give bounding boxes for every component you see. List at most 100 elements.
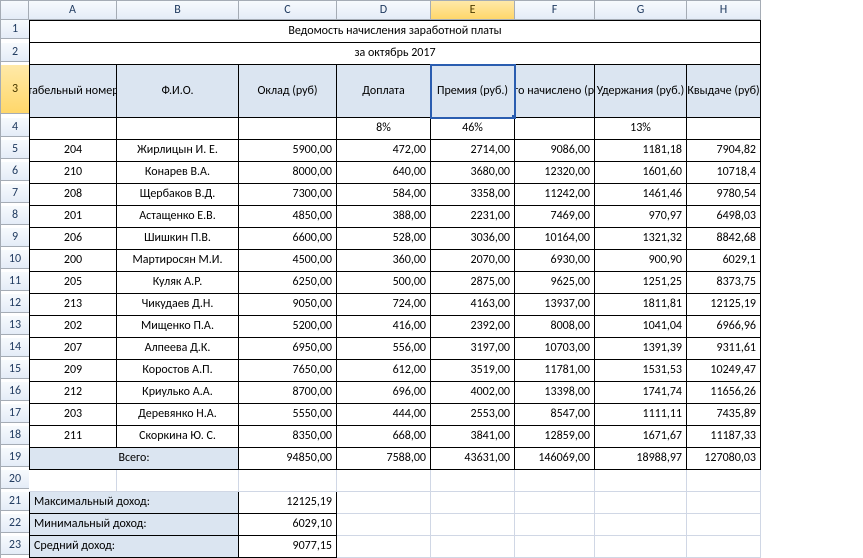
cell-r15-H[interactable]: 10249,47 [687, 360, 761, 382]
cell-r10-E[interactable]: 2070,00 [431, 250, 515, 272]
totals-D[interactable]: 7588,00 [337, 448, 431, 470]
cell-r10-G[interactable]: 900,90 [595, 250, 687, 272]
cell-r7-C[interactable]: 7300,00 [239, 184, 337, 206]
cell-r21-D[interactable] [337, 492, 431, 514]
row-header-20[interactable]: 20 [1, 470, 30, 489]
header-D[interactable]: Доплата [337, 65, 431, 118]
cell-r7-B[interactable]: Щербаков В.Д. [117, 184, 239, 206]
row-header-5[interactable]: 5 [1, 140, 30, 159]
col-header-G[interactable]: G [595, 1, 687, 20]
cell-r17-C[interactable]: 5550,00 [239, 404, 337, 426]
row-header-16[interactable]: 16 [1, 382, 30, 401]
cell-r10-C[interactable]: 4500,00 [239, 250, 337, 272]
cell-r8-D[interactable]: 388,00 [337, 206, 431, 228]
cell-r9-G[interactable]: 1321,32 [595, 228, 687, 250]
cell-r5-B[interactable]: Жирлицын И. Е. [117, 140, 239, 162]
cell-r22-G[interactable] [595, 514, 687, 536]
cell-r12-E[interactable]: 4163,00 [431, 294, 515, 316]
cell-r8-B[interactable]: Астащенко Е.В. [117, 206, 239, 228]
cell-r20-E[interactable] [431, 470, 515, 492]
cell-r18-D[interactable]: 668,00 [337, 426, 431, 448]
cell-r14-H[interactable]: 9311,61 [687, 338, 761, 360]
col-header-F[interactable]: F [515, 1, 595, 20]
cell-r7-A[interactable]: 208 [29, 184, 117, 206]
row-header-9[interactable]: 9 [1, 228, 30, 247]
cell-r10-D[interactable]: 360,00 [337, 250, 431, 272]
cell-r11-G[interactable]: 1251,25 [595, 272, 687, 294]
cell-r22-H[interactable] [687, 514, 761, 536]
cell-r11-F[interactable]: 9625,00 [515, 272, 595, 294]
cell-r16-G[interactable]: 1741,74 [595, 382, 687, 404]
cell-r20-C[interactable] [239, 470, 337, 492]
cell-r13-D[interactable]: 416,00 [337, 316, 431, 338]
cell-r16-A[interactable]: 212 [29, 382, 117, 404]
cell-r6-C[interactable]: 8000,00 [239, 162, 337, 184]
row-header-7[interactable]: 7 [1, 184, 30, 203]
header-C[interactable]: Оклад (руб) [239, 65, 337, 118]
cell-r16-C[interactable]: 8700,00 [239, 382, 337, 404]
row-header-11[interactable]: 11 [1, 272, 30, 291]
cell-r11-D[interactable]: 500,00 [337, 272, 431, 294]
cell-r18-H[interactable]: 11187,33 [687, 426, 761, 448]
cell-r9-H[interactable]: 8842,68 [687, 228, 761, 250]
cell-r9-E[interactable]: 3036,00 [431, 228, 515, 250]
cell-r13-B[interactable]: Мищенко П.А. [117, 316, 239, 338]
cell-r14-E[interactable]: 3197,00 [431, 338, 515, 360]
cell-r9-F[interactable]: 10164,00 [515, 228, 595, 250]
cell-r11-C[interactable]: 6250,00 [239, 272, 337, 294]
cell-r6-H[interactable]: 10718,4 [687, 162, 761, 184]
cell-r12-G[interactable]: 1811,81 [595, 294, 687, 316]
cell-r7-D[interactable]: 584,00 [337, 184, 431, 206]
cell-r6-F[interactable]: 12320,00 [515, 162, 595, 184]
cell-r12-D[interactable]: 724,00 [337, 294, 431, 316]
cell-r14-B[interactable]: Алпеева Д.К. [117, 338, 239, 360]
cell-r5-H[interactable]: 7904,82 [687, 140, 761, 162]
cell-r15-F[interactable]: 11781,00 [515, 360, 595, 382]
cell-r11-A[interactable]: 205 [29, 272, 117, 294]
cell-r16-E[interactable]: 4002,00 [431, 382, 515, 404]
cell-r21-F[interactable] [515, 492, 595, 514]
cell-r8-C[interactable]: 4850,00 [239, 206, 337, 228]
cell-r17-G[interactable]: 1111,11 [595, 404, 687, 426]
cell-r9-C[interactable]: 6600,00 [239, 228, 337, 250]
cell-r9-A[interactable]: 206 [29, 228, 117, 250]
cell-r17-A[interactable]: 203 [29, 404, 117, 426]
cell-r7-E[interactable]: 3358,00 [431, 184, 515, 206]
row-header-10[interactable]: 10 [1, 250, 30, 269]
row-header-21[interactable]: 21 [1, 492, 30, 511]
row-header-15[interactable]: 15 [1, 360, 30, 379]
cell-r23-E[interactable] [431, 536, 515, 558]
cell-r12-H[interactable]: 12125,19 [687, 294, 761, 316]
cell-r14-D[interactable]: 556,00 [337, 338, 431, 360]
cell-r20-D[interactable] [337, 470, 431, 492]
cell-r12-A[interactable]: 213 [29, 294, 117, 316]
row-header-3[interactable]: 3 [1, 65, 30, 114]
row-header-18[interactable]: 18 [1, 426, 30, 445]
col-header-C[interactable]: C [239, 1, 337, 20]
totals-F[interactable]: 146069,00 [515, 448, 595, 470]
percent-H[interactable] [687, 118, 761, 140]
summary-val-0[interactable]: 12125,19 [239, 492, 337, 514]
cell-r23-H[interactable] [687, 536, 761, 558]
totals-C[interactable]: 94850,00 [239, 448, 337, 470]
cell-r10-B[interactable]: Мартиросян М.И. [117, 250, 239, 272]
cell-r23-G[interactable] [595, 536, 687, 558]
percent-C[interactable] [239, 118, 337, 140]
header-F[interactable]: Всего начислено (руб.) [515, 65, 595, 118]
cell-r15-E[interactable]: 3519,00 [431, 360, 515, 382]
cell-r11-E[interactable]: 2875,00 [431, 272, 515, 294]
cell-r14-C[interactable]: 6950,00 [239, 338, 337, 360]
header-G[interactable]: Удержания (руб.) [595, 65, 687, 118]
cell-r15-C[interactable]: 7650,00 [239, 360, 337, 382]
spreadsheet-grid[interactable]: ABCDEFGH1Ведомость начисления заработной… [0, 0, 761, 558]
row-header-13[interactable]: 13 [1, 316, 30, 335]
row-header-14[interactable]: 14 [1, 338, 30, 357]
header-H[interactable]: Квыдаче (руб) [687, 65, 761, 118]
col-header-A[interactable]: A [29, 1, 117, 20]
cell-r13-F[interactable]: 8008,00 [515, 316, 595, 338]
col-header-H[interactable]: H [687, 1, 761, 20]
row-header-23[interactable]: 23 [1, 536, 30, 555]
row-header-19[interactable]: 19 [1, 448, 30, 467]
totals-H[interactable]: 127080,03 [687, 448, 761, 470]
cell-r17-B[interactable]: Деревянко Н.А. [117, 404, 239, 426]
